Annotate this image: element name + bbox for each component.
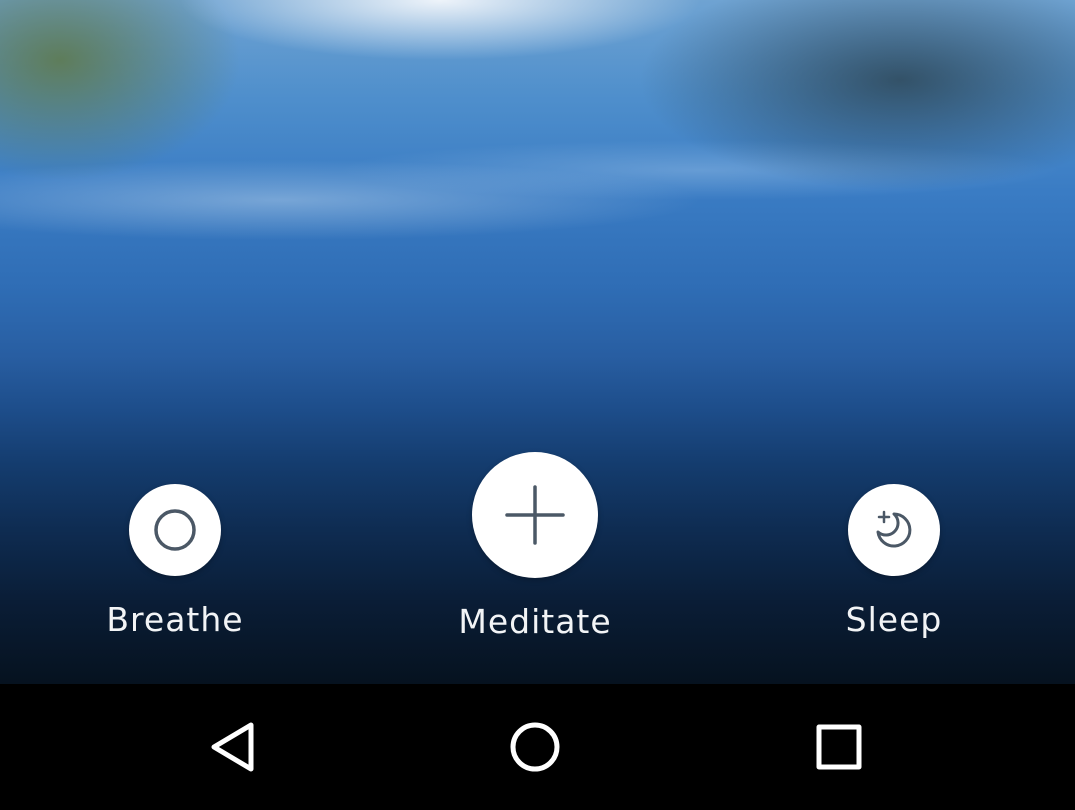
recents-button[interactable] [779, 684, 899, 810]
breathe-action[interactable]: Breathe [106, 484, 243, 639]
action-bar: Breathe Meditate Sleep [0, 440, 1075, 680]
meditate-action[interactable]: Meditate [458, 452, 612, 641]
meditate-label: Meditate [458, 602, 612, 641]
moon-star-icon [876, 510, 912, 548]
app-screen: Breathe Meditate Sleep [0, 0, 1075, 810]
breathe-button[interactable] [129, 484, 221, 576]
back-button[interactable] [173, 684, 293, 810]
sleep-button[interactable] [848, 484, 940, 576]
back-triangle-icon [211, 722, 254, 772]
recents-square-icon [816, 724, 862, 770]
breathe-label: Breathe [106, 600, 244, 639]
home-button[interactable] [475, 684, 595, 810]
sleep-action[interactable]: Sleep [834, 484, 954, 639]
circle-outline-icon [154, 509, 196, 551]
sleep-label: Sleep [845, 600, 943, 639]
meditate-button[interactable] [472, 452, 598, 578]
system-navigation-bar [0, 684, 1075, 810]
home-circle-icon [510, 722, 560, 772]
plus-icon [505, 485, 565, 545]
